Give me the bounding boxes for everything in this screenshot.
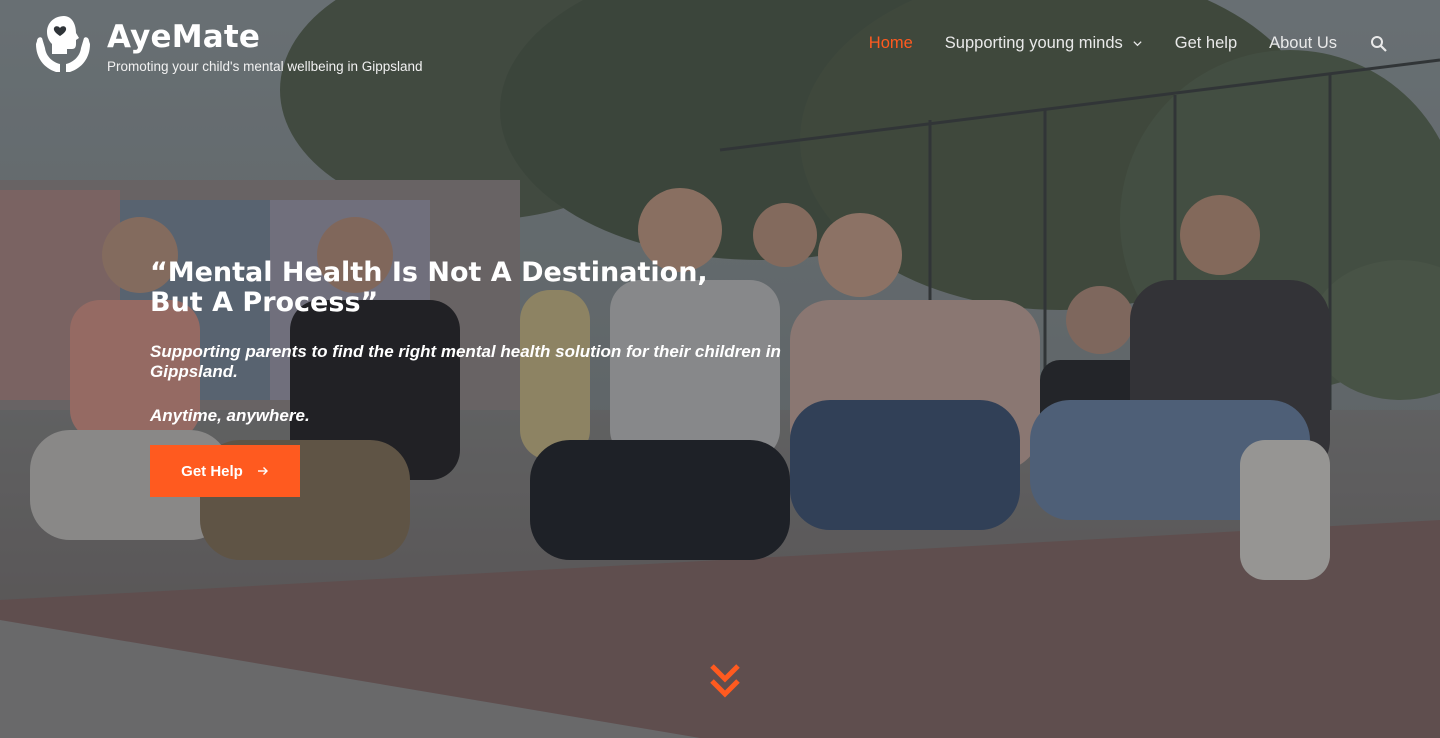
brand[interactable]: AyeMate Promoting your child's mental we… [34,14,423,76]
search-icon[interactable] [1370,35,1388,53]
site-title[interactable]: AyeMate [107,18,423,56]
hands-holding-head-icon[interactable] [34,14,92,76]
nav-item-label: Supporting young minds [944,34,1123,52]
hero-subline-secondary: Anytime, anywhere. [150,406,310,425]
nav-item-about-us[interactable]: About Us [1269,34,1337,53]
get-help-button-label: Get Help [181,462,243,480]
nav-item-home[interactable]: Home [869,34,913,53]
site-header: AyeMate Promoting your child's mental we… [0,0,1440,92]
site-tagline: Promoting your child's mental wellbeing … [107,59,423,74]
double-chevron-down-icon[interactable] [709,662,741,702]
arrow-right-icon [257,467,268,475]
get-help-button[interactable]: Get Help [150,445,300,497]
nav-item-supporting-young-minds[interactable]: Supporting young minds [945,34,1143,53]
hero-subline: Supporting parents to find the right men… [150,342,781,381]
nav-item-get-help[interactable]: Get help [1175,34,1237,53]
hero-content: “Mental Health Is Not A Destination, But… [150,258,850,426]
hero-headline: “Mental Health Is Not A Destination, But… [150,257,708,318]
main-navigation: Home Supporting young minds Get help Abo… [837,34,1388,53]
chevron-down-icon [1133,41,1142,47]
